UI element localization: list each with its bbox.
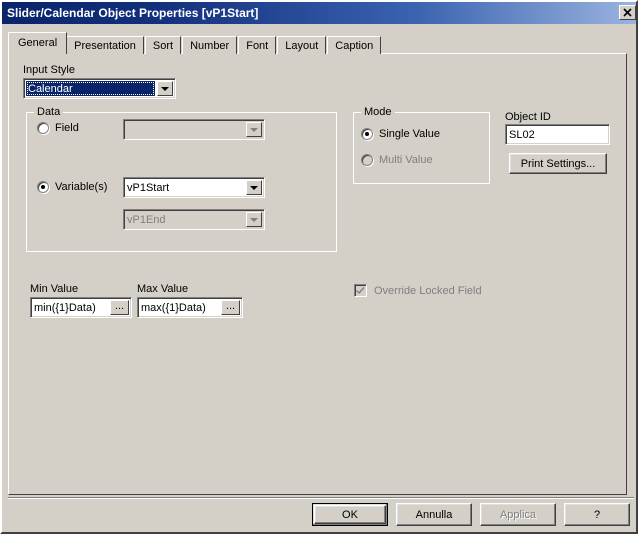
input-style-selected-highlight: Calendar <box>26 81 155 96</box>
ok-button-label: OK <box>342 508 358 521</box>
radio-multi-value: Multi Value <box>361 154 433 166</box>
mode-groupbox: Mode <box>353 106 490 184</box>
input-style-combo[interactable]: Calendar <box>23 78 176 99</box>
min-value-browse-button[interactable]: ... <box>110 300 129 315</box>
radio-field[interactable]: Field <box>37 122 79 134</box>
radio-multi-value-indicator <box>361 154 373 166</box>
tab-number[interactable]: Number <box>182 36 238 54</box>
footer-separator <box>8 497 634 499</box>
apply-button: Applica <box>480 503 556 526</box>
field-combo[interactable] <box>123 119 265 140</box>
chevron-down-icon[interactable] <box>246 122 262 137</box>
tab-strip: General Presentation Sort Number Font La… <box>8 32 382 54</box>
data-groupbox-title: Data <box>34 106 64 118</box>
tab-presentation[interactable]: Presentation <box>66 36 144 54</box>
min-value-label: Min Value <box>30 283 79 295</box>
tab-general[interactable]: General <box>8 32 68 54</box>
dialog-window: Slider/Calendar Object Properties [vP1St… <box>0 0 638 534</box>
ellipsis-icon: ... <box>114 300 125 312</box>
radio-field-label: Field <box>55 122 79 134</box>
print-settings-label: Print Settings... <box>520 157 596 170</box>
print-settings-button[interactable]: Print Settings... <box>509 153 607 174</box>
input-style-label: Input Style <box>23 64 75 76</box>
cancel-button-label: Annulla <box>415 508 453 521</box>
window-title: Slider/Calendar Object Properties [vP1St… <box>7 6 259 20</box>
mode-groupbox-title: Mode <box>361 106 395 118</box>
radio-variables[interactable]: Variable(s) <box>37 181 107 193</box>
max-value-input[interactable]: max({1}Data) ... <box>137 297 243 318</box>
object-id-value: SL02 <box>509 128 535 141</box>
radio-variables-indicator <box>37 181 49 193</box>
radio-single-value-indicator <box>361 128 373 140</box>
tab-caption[interactable]: Caption <box>327 36 382 54</box>
variable-end-combo[interactable]: vP1End <box>123 209 265 230</box>
tab-font[interactable]: Font <box>238 36 277 54</box>
radio-single-value-label: Single Value <box>379 128 440 140</box>
tab-label: General <box>18 37 58 49</box>
radio-variables-label: Variable(s) <box>55 181 108 193</box>
checkbox-indicator <box>354 284 367 297</box>
override-locked-field-label: Override Locked Field <box>374 284 482 297</box>
tab-label: Presentation <box>74 40 136 52</box>
tab-label: Layout <box>285 40 319 52</box>
max-value-label: Max Value <box>137 283 189 295</box>
max-value-browse-button[interactable]: ... <box>221 300 240 315</box>
tab-label: Number <box>190 40 230 52</box>
radio-field-indicator <box>37 122 49 134</box>
object-id-label: Object ID <box>505 111 551 123</box>
tab-label: Font <box>246 40 269 52</box>
min-value-input[interactable]: min({1}Data) ... <box>30 297 132 318</box>
ok-button[interactable]: OK <box>312 503 388 526</box>
max-value-text: max({1}Data) <box>141 301 206 314</box>
input-style-value: Calendar <box>28 82 73 95</box>
cancel-button[interactable]: Annulla <box>396 503 472 526</box>
chevron-down-icon[interactable] <box>246 212 262 227</box>
min-value-text: min({1}Data) <box>34 301 96 314</box>
object-id-input[interactable]: SL02 <box>505 124 610 145</box>
ellipsis-icon: ... <box>225 300 236 312</box>
chevron-down-icon[interactable] <box>246 180 262 195</box>
override-locked-field-checkbox: Override Locked Field <box>354 284 482 297</box>
variable-start-value: vP1Start <box>127 181 170 194</box>
variable-start-combo[interactable]: vP1Start <box>123 177 265 198</box>
title-bar: Slider/Calendar Object Properties [vP1St… <box>2 2 636 24</box>
apply-button-label: Applica <box>499 508 537 521</box>
variable-end-value: vP1End <box>127 213 166 226</box>
close-icon[interactable] <box>619 5 636 20</box>
chevron-down-icon[interactable] <box>157 81 173 96</box>
tab-label: Sort <box>152 40 174 52</box>
tab-label: Caption <box>335 40 374 52</box>
radio-single-value[interactable]: Single Value <box>361 128 440 140</box>
help-button[interactable]: ? <box>564 503 630 526</box>
tab-layout[interactable]: Layout <box>277 36 327 54</box>
radio-multi-value-label: Multi Value <box>379 154 433 166</box>
tab-sort[interactable]: Sort <box>144 36 182 54</box>
tab-panel-general: Input Style Calendar Data Field Variable… <box>8 53 627 495</box>
help-button-label: ? <box>593 508 601 521</box>
